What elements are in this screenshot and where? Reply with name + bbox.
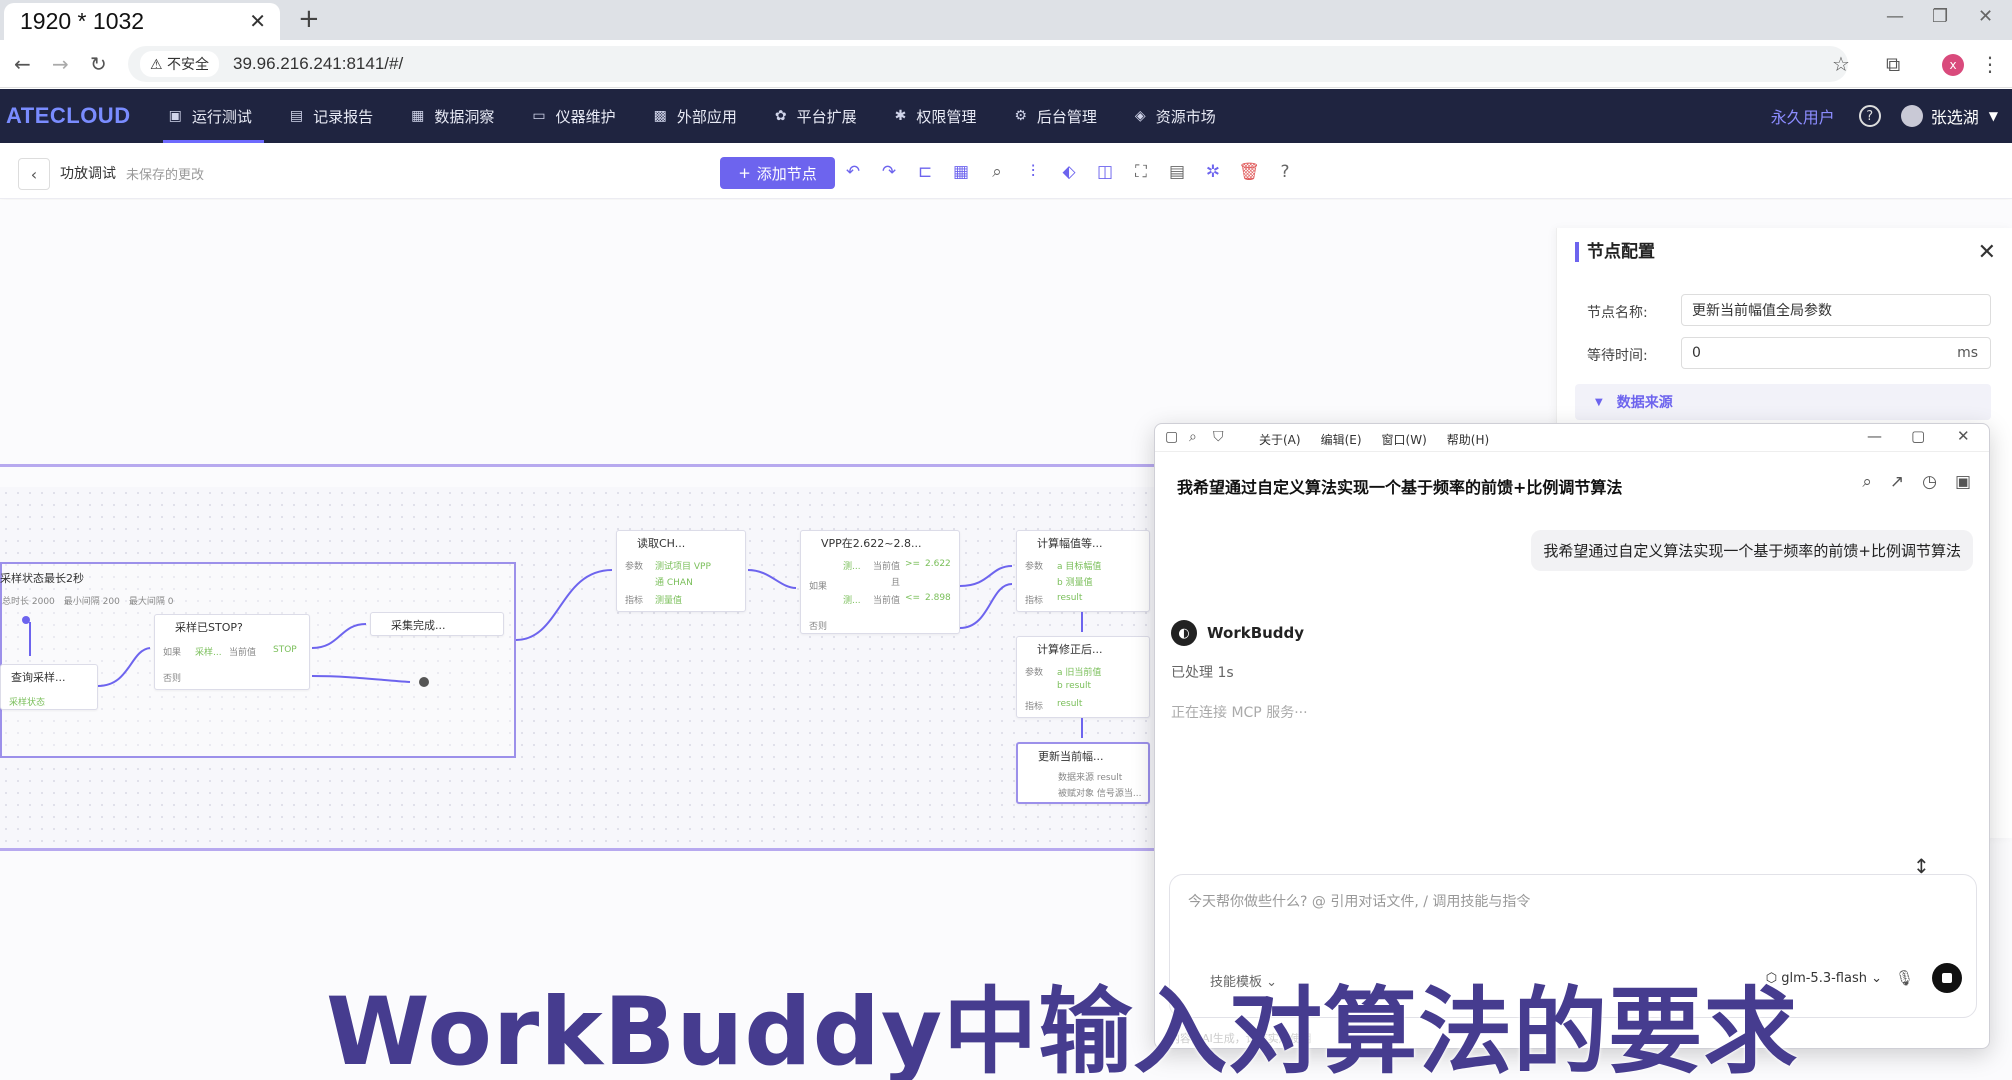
data-source-section[interactable]: ▼ 数据来源 [1575,384,1991,420]
edge-vpp-calc1 [959,565,1013,587]
conversation-actions: ⌕ ↗ ◷ ▣ [1862,472,1971,492]
mic-icon[interactable]: 🎙 [1895,969,1914,987]
screen: 1920 * 1032 ✕ + — ❐ ✕ ← → ↻ ⚠ 不安全 39.96.… [0,0,2012,1080]
agent-header: ◐ WorkBuddy [1171,620,1304,646]
agent-name: WorkBuddy [1207,624,1305,642]
wb-close-icon[interactable]: ✕ [1957,427,1970,445]
config-title: 节点配置 [1575,242,1655,262]
stop-button[interactable] [1932,963,1962,993]
port-dot [22,616,30,624]
config-close-icon[interactable]: ✕ [1978,240,1996,265]
menu-about[interactable]: 关于(A) [1259,431,1301,448]
share-icon[interactable]: ↗ [1890,472,1904,492]
workbuddy-titlebar: ▢ ⌕ ⛉ 关于(A) 编辑(E) 窗口(W) 帮助(H) — ▢ ✕ [1155,424,1989,452]
history-icon[interactable]: ◷ [1922,472,1937,492]
panel-icon[interactable]: ▣ [1955,472,1971,492]
caret-down-icon: ▼ [1595,396,1603,408]
search-icon[interactable]: ⌕ [1189,429,1197,445]
wb-maximize-icon[interactable]: ▢ [1911,427,1925,445]
user-message: 我希望通过自定义算法实现一个基于频率的前馈+比例调节算法 [1531,530,1973,571]
processed-status[interactable]: 已处理 1s [1171,662,1234,682]
edge-query-stop [97,647,151,687]
connecting-status: 正在连接 MCP 服务··· [1171,705,1308,721]
sidebar-toggle-icon[interactable]: ▢ [1165,429,1178,445]
edge-vpp-else [959,583,1013,629]
stop-icon [1942,973,1952,983]
end-node-icon [419,677,429,687]
wait-unit: ms [1957,345,1978,361]
node-name-label: 节点名称: [1587,305,1648,321]
workbuddy-menu: 关于(A) 编辑(E) 窗口(W) 帮助(H) [1259,431,1489,448]
menu-help[interactable]: 帮助(H) [1447,431,1489,448]
menu-window[interactable]: 窗口(W) [1382,431,1427,448]
edge-group-read [515,569,613,641]
edge-stop-done [311,623,367,649]
node-name-value: 更新当前幅值全局参数 [1692,303,1832,319]
agent-avatar-icon: ◐ [1171,620,1197,646]
video-caption: WorkBuddy中输入对算法的要求 [326,978,1799,1080]
wait-time-input[interactable]: 0 ms [1681,337,1991,369]
wait-time-label: 等待时间: [1587,348,1648,364]
wait-time-value: 0 [1692,345,1701,361]
search-icon[interactable]: ⌕ [1862,472,1872,492]
node-name-input[interactable]: 更新当前幅值全局参数 [1681,294,1991,326]
menu-edit[interactable]: 编辑(E) [1321,431,1362,448]
chat-input-placeholder: 今天帮你做些什么? @ 引用对话文件, / 调用技能与指令 [1188,894,1531,910]
section-label: 数据来源 [1616,395,1673,411]
filter-icon[interactable]: ⛉ [1213,429,1224,445]
conversation-title: 我希望通过自定义算法实现一个基于频率的前馈+比例调节算法 [1177,478,1623,497]
wb-minimize-icon[interactable]: — [1867,427,1882,445]
edge-read-vpp [747,569,797,589]
edge-stop-else [311,675,411,683]
